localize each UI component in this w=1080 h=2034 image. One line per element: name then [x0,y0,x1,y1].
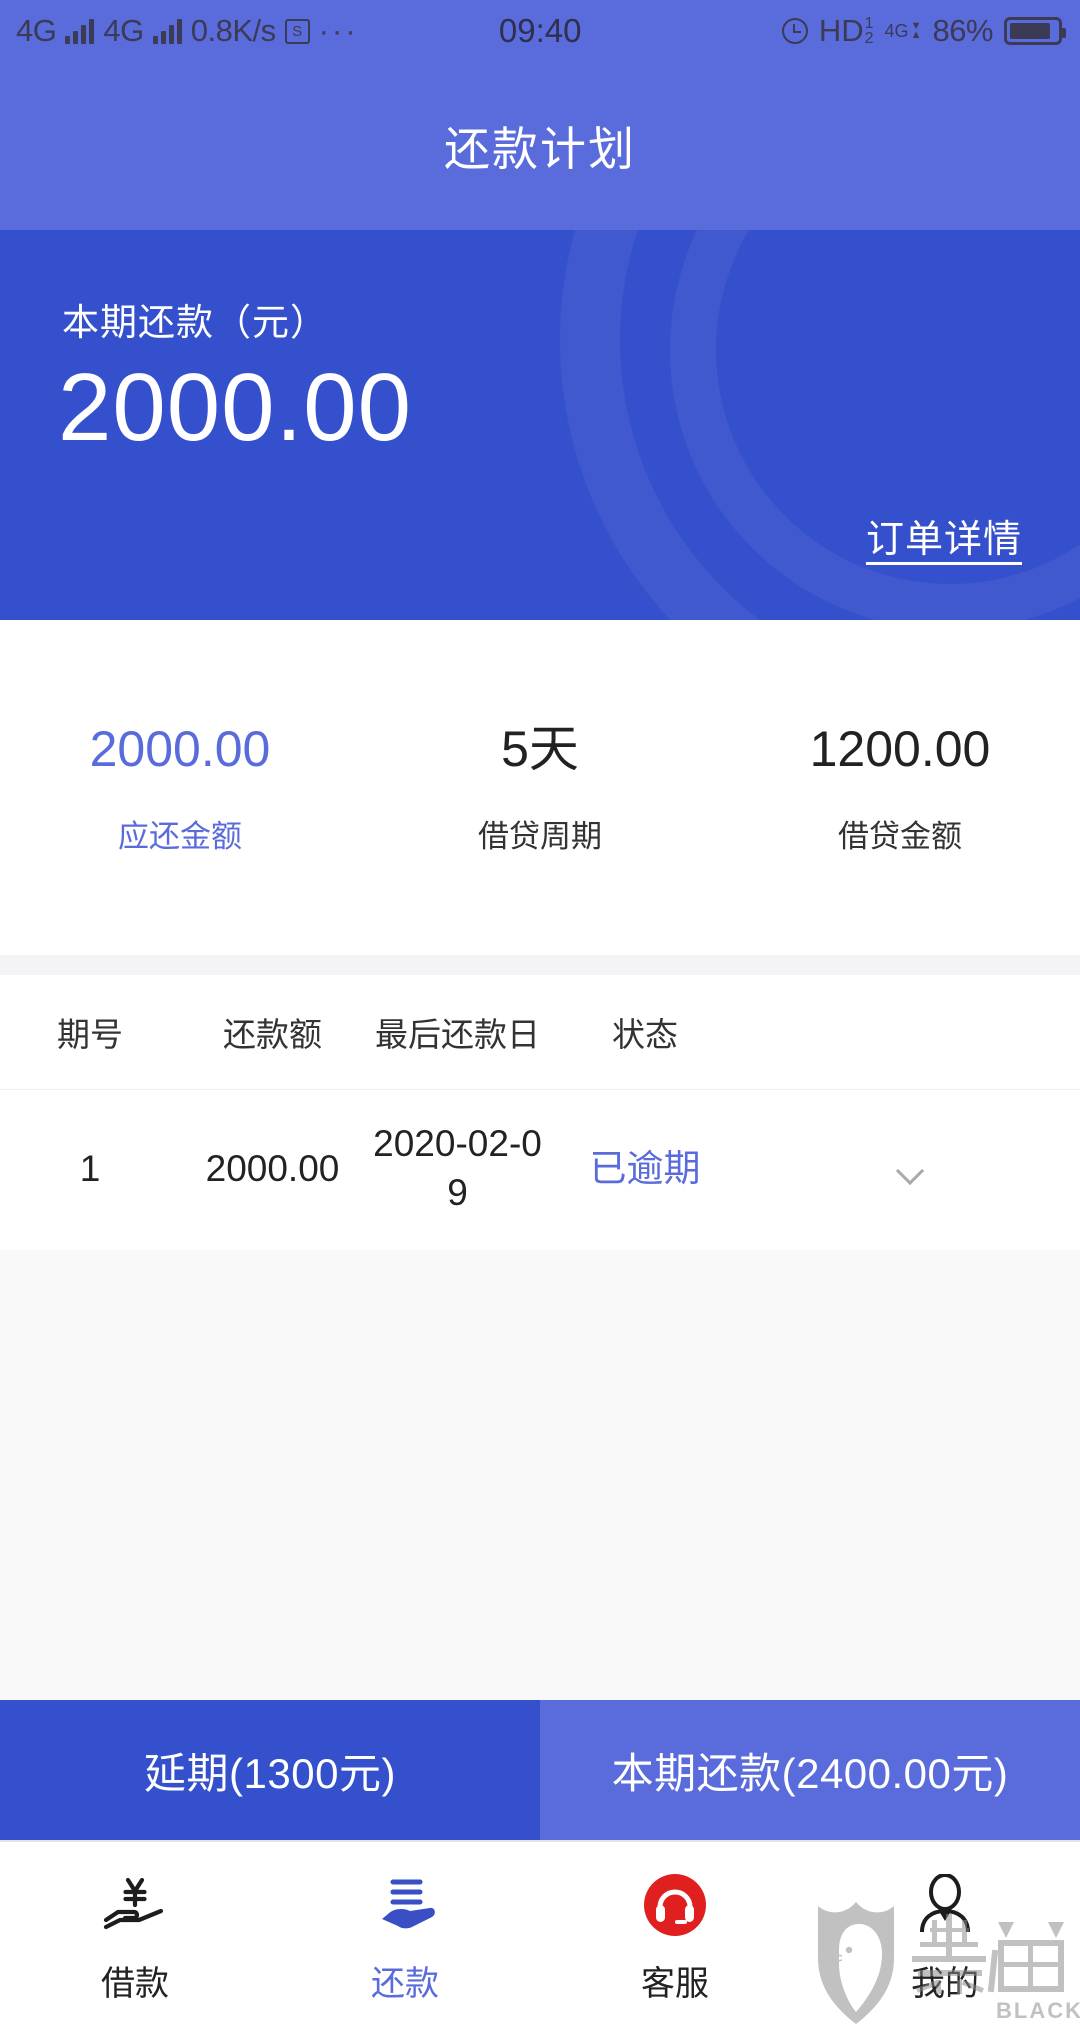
signal-bars-2-icon [152,18,182,44]
person-icon [908,1868,982,1942]
stat-due-amount-label: 应还金额 [118,819,242,854]
hd-voice-icon: HD 1 2 [819,13,874,49]
app-header: 还款计划 [0,62,1080,230]
hd-label: HD [818,13,864,48]
cellular-4g-icon: 4G ▼ ▲ [885,21,922,42]
table-row[interactable]: 1 2000.00 2020-02-09 已逾期 [0,1090,1080,1248]
battery-percent-label: 86% [932,13,993,48]
table-header-row: 期号 还款额 最后还款日 状态 [0,975,1080,1090]
signal-bars-1-icon [65,18,95,44]
cell-due-date: 2020-02-09 [365,1120,550,1218]
status-bar-right: HD 1 2 4G ▼ ▲ 86% [781,13,1080,49]
tab-profile-label: 我的 [911,1965,979,2003]
tab-support-label: 客服 [641,1965,709,2003]
hd-sup: 1 [864,15,874,32]
hand-yuan-icon [98,1868,172,1942]
section-divider [0,955,1080,975]
cell-4g-label: 4G [884,20,909,41]
content-filler [0,1250,1080,1700]
column-header-amount: 还款额 [223,1016,322,1053]
stat-loan-amount-value: 1200.00 [809,721,991,777]
loan-summary-stats: 2000.00 应还金额 5天 借贷周期 1200.00 借贷金额 [0,620,1080,955]
current-repayment-label: 本期还款（元） [62,302,328,343]
repay-button[interactable]: 本期还款(2400.00元) [540,1700,1080,1840]
bottom-tab-bar: 借款 还款 客服 我的 BLACK [0,1840,1080,2034]
hd-sim-indicator: 1 2 [864,15,874,47]
repayment-schedule-table: 期号 还款额 最后还款日 状态 1 2000.00 2020-02-09 已逾期 [0,975,1080,1250]
tab-support[interactable]: 客服 [540,1868,810,2005]
stat-loan-amount-label: 借贷金额 [838,819,962,854]
alarm-clock-icon [781,18,808,44]
status-badge: 已逾期 [589,1147,701,1189]
status-bar-center: 09:40 [359,12,782,50]
stat-loan-amount: 1200.00 借贷金额 [720,719,1080,856]
order-detail-link[interactable]: 订单详情 [866,508,1022,563]
column-header-period: 期号 [57,1016,123,1053]
sim-card-icon: S [284,18,310,44]
stat-due-amount-value: 2000.00 [89,721,271,777]
current-repayment-card: 本期还款（元） 2000.00 订单详情 [0,230,1080,620]
battery-icon [1004,17,1066,45]
action-button-bar: 延期(1300元) 本期还款(2400.00元) [0,1700,1080,1840]
stat-due-amount: 2000.00 应还金额 [0,719,360,856]
stat-loan-period-value: 5天 [501,721,579,777]
cell-amount: 2000.00 [205,1147,340,1189]
data-rate-label: 0.8K/s [190,13,276,48]
extend-button[interactable]: 延期(1300元) [0,1700,540,1840]
network-type-2: 4G [103,13,144,48]
tab-borrow-label: 借款 [101,1965,169,2003]
column-header-due-date: 最后还款日 [375,1016,540,1053]
status-bar-left: 4G 4G 0.8K/s S ··· [0,13,359,49]
data-arrows-icon: ▼ ▲ [910,20,922,41]
chevron-down-icon[interactable] [895,1156,925,1185]
cell-period: 1 [79,1147,101,1189]
status-bar-time: 09:40 [498,12,582,49]
column-header-status: 状态 [612,1016,678,1053]
tab-borrow[interactable]: 借款 [0,1868,270,2005]
more-dots-icon: ··· [318,13,359,48]
hd-sub: 2 [864,30,874,47]
tab-profile[interactable]: 我的 [810,1868,1080,2005]
headset-icon [638,1868,712,1942]
cell-expand[interactable] [740,1145,1080,1194]
stat-loan-period: 5天 借贷周期 [360,719,720,856]
network-type-1: 4G [16,13,57,48]
current-repayment-amount: 2000.00 [58,354,413,461]
tab-repay[interactable]: 还款 [270,1868,540,2005]
cell-due-date-text: 2020-02-09 [373,1123,542,1213]
tab-repay-label: 还款 [371,1965,439,2003]
status-bar: 4G 4G 0.8K/s S ··· 09:40 HD 1 2 4G ▼ ▲ 8… [0,0,1080,62]
cell-status: 已逾期 [550,1145,740,1194]
stat-loan-period-label: 借贷周期 [478,819,602,854]
app-screen: 4G 4G 0.8K/s S ··· 09:40 HD 1 2 4G ▼ ▲ 8… [0,0,1080,2034]
page-title: 还款计划 [444,123,636,175]
hand-bills-icon [368,1868,442,1942]
